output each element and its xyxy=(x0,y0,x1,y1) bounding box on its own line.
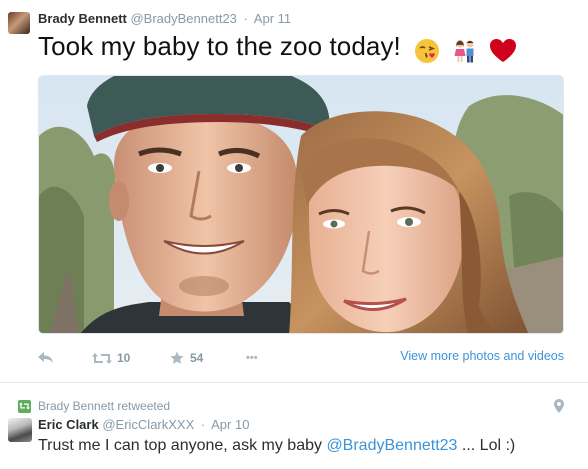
author-username[interactable]: @EricClarkXXX xyxy=(102,417,194,432)
reply-button[interactable] xyxy=(38,348,54,368)
tweet-text-after: ... Lol :) xyxy=(457,437,516,454)
reply-icon xyxy=(38,352,53,363)
selfie-photo-illustration xyxy=(39,76,563,333)
tweet-text-content: Took my baby to the zoo today! xyxy=(38,31,401,61)
favorite-button[interactable]: 54 xyxy=(170,348,203,368)
retweet-context: Brady Bennett retweeted xyxy=(18,398,170,414)
retweet-button[interactable]: 10 xyxy=(92,348,130,368)
tweet-timestamp[interactable]: Apr 10 xyxy=(211,417,249,432)
couple-emoji xyxy=(454,40,474,63)
tweet-text-before: Trust me I can top anyone, ask my baby xyxy=(38,437,327,454)
more-dots-icon: ••• xyxy=(246,352,258,364)
tweet-timestamp[interactable]: Apr 11 xyxy=(254,11,291,26)
retweet-context-label[interactable]: Brady Bennett retweeted xyxy=(38,399,170,413)
tweet-actions: 10 54 ••• View more photos and videos xyxy=(38,348,564,368)
view-more-photos-link[interactable]: View more photos and videos xyxy=(400,349,564,363)
tweet-text: Took my baby to the zoo today! xyxy=(38,31,521,65)
tweet-text: Trust me I can top anyone, ask my baby @… xyxy=(38,437,515,455)
tweet-divider xyxy=(0,382,588,383)
star-icon xyxy=(170,351,184,364)
avatar[interactable] xyxy=(8,418,32,442)
mention-link[interactable]: @BradyBennett23 xyxy=(326,437,457,454)
retweet-icon xyxy=(92,352,112,364)
author-username[interactable]: @BradyBennett23 xyxy=(130,11,236,26)
tweet-card[interactable]: Brady Bennett @BradyBennett23 · Apr 11 T… xyxy=(0,0,588,382)
tweet-header: Brady Bennett @BradyBennett23 · Apr 11 xyxy=(38,11,291,26)
tweet-header: Eric Clark @EricClarkXXX · Apr 10 xyxy=(38,417,249,432)
separator-dot: · xyxy=(243,11,248,26)
more-options-button[interactable]: ••• xyxy=(246,348,258,368)
avatar[interactable] xyxy=(8,12,30,34)
location-pin-icon[interactable] xyxy=(554,399,564,413)
favorite-count: 54 xyxy=(190,351,204,365)
separator-dot: · xyxy=(200,417,206,432)
retweet-count: 10 xyxy=(117,351,131,365)
face-blowing-kiss-emoji xyxy=(415,39,440,64)
retweeted-icon xyxy=(18,399,31,413)
author-fullname[interactable]: Brady Bennett xyxy=(38,11,127,26)
red-heart-emoji xyxy=(489,39,516,63)
tweet-photo[interactable] xyxy=(38,75,564,334)
author-fullname[interactable]: Eric Clark xyxy=(38,417,99,432)
emoji-group xyxy=(414,34,521,65)
